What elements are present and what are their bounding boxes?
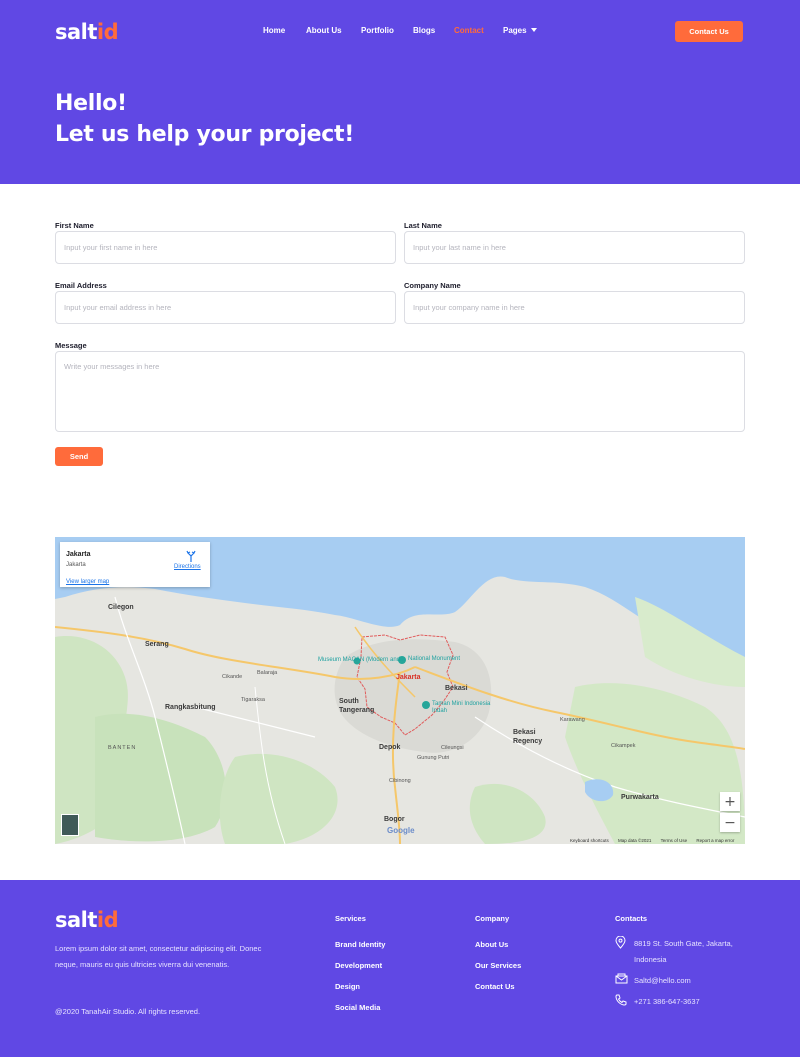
footer-link-our-services[interactable]: Our Services <box>475 961 521 970</box>
map-label-purwakarta: Purwakarta <box>621 794 659 801</box>
site-footer: saltid Lorem ipsum dolor sit amet, conse… <box>0 880 800 1057</box>
hero-line-2: Let us help your project! <box>55 122 354 147</box>
map-card-title: Jakarta <box>66 551 91 558</box>
nav-contact[interactable]: Contact <box>454 26 484 35</box>
footer-link-social-media[interactable]: Social Media <box>335 1003 380 1012</box>
chevron-down-icon <box>530 28 537 32</box>
map-label-jakarta: Jakarta <box>396 674 421 681</box>
map-label-balaraja: Balaraja <box>257 670 278 676</box>
hero-line-1: Hello! <box>55 91 127 116</box>
map-report-link[interactable]: Report a map error <box>696 838 734 843</box>
map-embed[interactable]: Cilegon Serang Museum MACAN (Modern and.… <box>55 537 745 844</box>
logo-text-salt: salt <box>55 20 97 44</box>
map-keyboard-shortcuts[interactable]: Keyboard shortcuts <box>570 838 609 843</box>
email-input[interactable] <box>55 291 396 324</box>
footer-link-about-us[interactable]: About Us <box>475 940 508 949</box>
phone-icon <box>615 994 627 1006</box>
footer-link-design[interactable]: Design <box>335 982 360 991</box>
map-label-serang: Serang <box>145 641 169 648</box>
company-name-input[interactable] <box>404 291 745 324</box>
map-satellite-toggle[interactable] <box>61 814 79 836</box>
footer-description: Lorem ipsum dolor sit amet, consectetur … <box>55 944 262 969</box>
page-title: Hello! Let us help your project! <box>55 88 354 150</box>
footer-company-heading: Company <box>475 914 510 923</box>
map-label-depok: Depok <box>379 744 401 751</box>
footer-services-heading: Services <box>335 914 366 923</box>
map-label-bogor: Bogor <box>384 816 405 823</box>
map-zoom-in-button[interactable]: + <box>720 792 740 811</box>
directions-link[interactable]: Directions <box>174 564 201 570</box>
footer-link-brand-identity[interactable]: Brand Identity <box>335 940 385 949</box>
contact-us-button[interactable]: Contact Us <box>675 21 743 42</box>
nav-home[interactable]: Home <box>263 26 285 35</box>
view-larger-map-link[interactable]: View larger map <box>66 579 109 585</box>
map-label-cileungsi: Cileungsi <box>441 745 464 751</box>
map-label-banten: BANTEN <box>108 745 137 751</box>
footer-contacts-heading: Contacts <box>615 914 648 923</box>
first-name-input[interactable] <box>55 231 396 264</box>
footer-logo-text-id: id <box>96 908 119 932</box>
last-name-input[interactable] <box>404 231 745 264</box>
map-footer: Keyboard shortcuts Map data ©2021 Terms … <box>570 838 742 843</box>
map-data-credit: Map data ©2021 <box>618 838 652 843</box>
last-name-label: Last Name <box>404 221 442 230</box>
directions-icon[interactable] <box>186 550 196 562</box>
map-label-museum-macan: Museum MACAN (Modern and... <box>318 657 406 663</box>
map-label-bekasi: Bekasi <box>445 685 468 692</box>
nav-portfolio[interactable]: Portfolio <box>361 26 394 35</box>
map-label-cikande: Cikande <box>222 674 243 680</box>
footer-phone[interactable]: +271 386-647-3637 <box>634 994 700 1010</box>
first-name-label: First Name <box>55 221 94 230</box>
map-label-gunung-putri: Gunung Putri <box>417 755 450 761</box>
map-terms-link[interactable]: Terms of Use <box>661 838 688 843</box>
nav-pages-label: Pages <box>503 26 527 35</box>
map-label-tigaraksa: Tigaraksa <box>241 697 265 703</box>
google-logo: Google <box>387 826 415 835</box>
map-card-subtitle: Jakarta <box>66 562 86 568</box>
footer-copyright: @2020 TanahAir Studio. All rights reserv… <box>55 1007 201 1016</box>
footer-logo[interactable]: saltid <box>55 908 119 932</box>
footer-link-development[interactable]: Development <box>335 961 382 970</box>
message-label: Message <box>55 341 87 350</box>
map-label-cilegon: Cilegon <box>108 604 134 611</box>
nav-pages[interactable]: Pages <box>503 26 537 35</box>
map-label-national-monument: National Monument <box>408 656 461 662</box>
mail-icon <box>615 973 628 984</box>
email-label: Email Address <box>55 281 107 290</box>
footer-email[interactable]: Saltd@hello.com <box>634 973 691 989</box>
map-label-taman-mini: Taman Mini Indonesia Indah <box>432 701 491 714</box>
footer-logo-text-salt: salt <box>55 908 97 932</box>
brand-logo[interactable]: saltid <box>55 20 119 44</box>
map-label-cikampek: Cikampek <box>611 743 636 749</box>
map-label-karawang: Karawang <box>560 717 585 723</box>
nav-about-us[interactable]: About Us <box>306 26 342 35</box>
hero-header: saltid Home About Us Portfolio Blogs Con… <box>0 0 800 184</box>
map-label-south-tangerang: South Tangerang <box>339 698 375 714</box>
map-label-cibinong: Cibinong <box>389 778 411 784</box>
footer-link-contact-us[interactable]: Contact Us <box>475 982 515 991</box>
company-name-label: Company Name <box>404 281 461 290</box>
map-label-rangkasbitung: Rangkasbitung <box>165 704 216 711</box>
footer-address: 8819 St. South Gate, Jakarta, Indonesia <box>634 939 733 964</box>
logo-text-id: id <box>96 20 119 44</box>
map-zoom-out-button[interactable]: − <box>720 813 740 832</box>
send-button[interactable]: Send <box>55 447 103 466</box>
location-pin-icon <box>615 936 626 949</box>
map-label-bekasi-regency: Bekasi Regency <box>513 729 543 745</box>
nav-blogs[interactable]: Blogs <box>413 26 435 35</box>
map-info-card: Jakarta Jakarta View larger map Directio… <box>60 542 210 587</box>
message-textarea[interactable] <box>55 351 745 432</box>
